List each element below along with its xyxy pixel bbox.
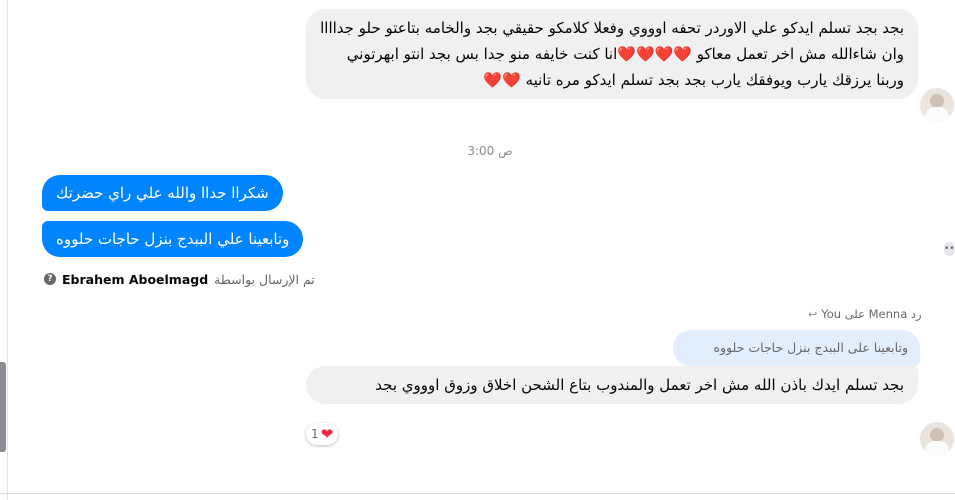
outgoing-message-bubble[interactable]: شكراا جداا والله علي راي حضرتك: [42, 175, 283, 211]
avatar-body-shape: [925, 441, 949, 456]
reply-arrow-icon: ↩: [808, 307, 818, 321]
scrollbar-thumb[interactable]: [0, 362, 6, 452]
avatar-head-shape: [930, 428, 944, 442]
composer-divider: [0, 493, 955, 494]
incoming-message-bubble[interactable]: بجد بجد تسلم ايدكو علي الاوردر تحفه اووو…: [306, 9, 918, 99]
sent-by-row: ? Ebrahem Aboelmagd تم الإرسال بواسطة: [44, 270, 315, 288]
reply-label: رد Menna على You: [821, 307, 922, 321]
avatar-head-shape: [930, 94, 944, 108]
message-options-icon[interactable]: •••: [944, 242, 955, 256]
incoming-reply-text: بجد تسلم ايدك باذن الله مش اخر تعمل والم…: [375, 376, 904, 394]
reaction-count: 1: [311, 427, 319, 441]
sent-by-label: تم الإرسال بواسطة: [214, 271, 315, 287]
outgoing-message-text: شكراا جداا والله علي راي حضرتك: [56, 184, 269, 202]
reply-header: رد Menna على You ↩: [808, 306, 923, 322]
message-timestamp: 3:00 ص: [467, 144, 513, 158]
contact-avatar[interactable]: [920, 88, 954, 122]
reaction-badge[interactable]: 1 ❤: [306, 423, 339, 445]
incoming-message-text: بجد بجد تسلم ايدكو علي الاوردر تحفه اووو…: [320, 19, 904, 89]
incoming-reply-bubble[interactable]: بجد تسلم ايدك باذن الله مش اخر تعمل والم…: [306, 366, 918, 404]
avatar-body-shape: [925, 107, 949, 122]
outgoing-message-text: وتابعينا علي الببدج بنزل حاجات حلووه: [56, 230, 290, 248]
contact-avatar[interactable]: [920, 422, 954, 456]
info-circle-icon[interactable]: ?: [44, 273, 56, 285]
heart-icon: ❤: [320, 425, 334, 443]
outgoing-message-bubble[interactable]: وتابعينا علي الببدج بنزل حاجات حلووه: [42, 221, 304, 257]
sender-name: Ebrahem Aboelmagd: [62, 271, 209, 287]
quoted-message[interactable]: وتابعينا على الببدج بنزل حاجات حلووه: [673, 330, 920, 366]
